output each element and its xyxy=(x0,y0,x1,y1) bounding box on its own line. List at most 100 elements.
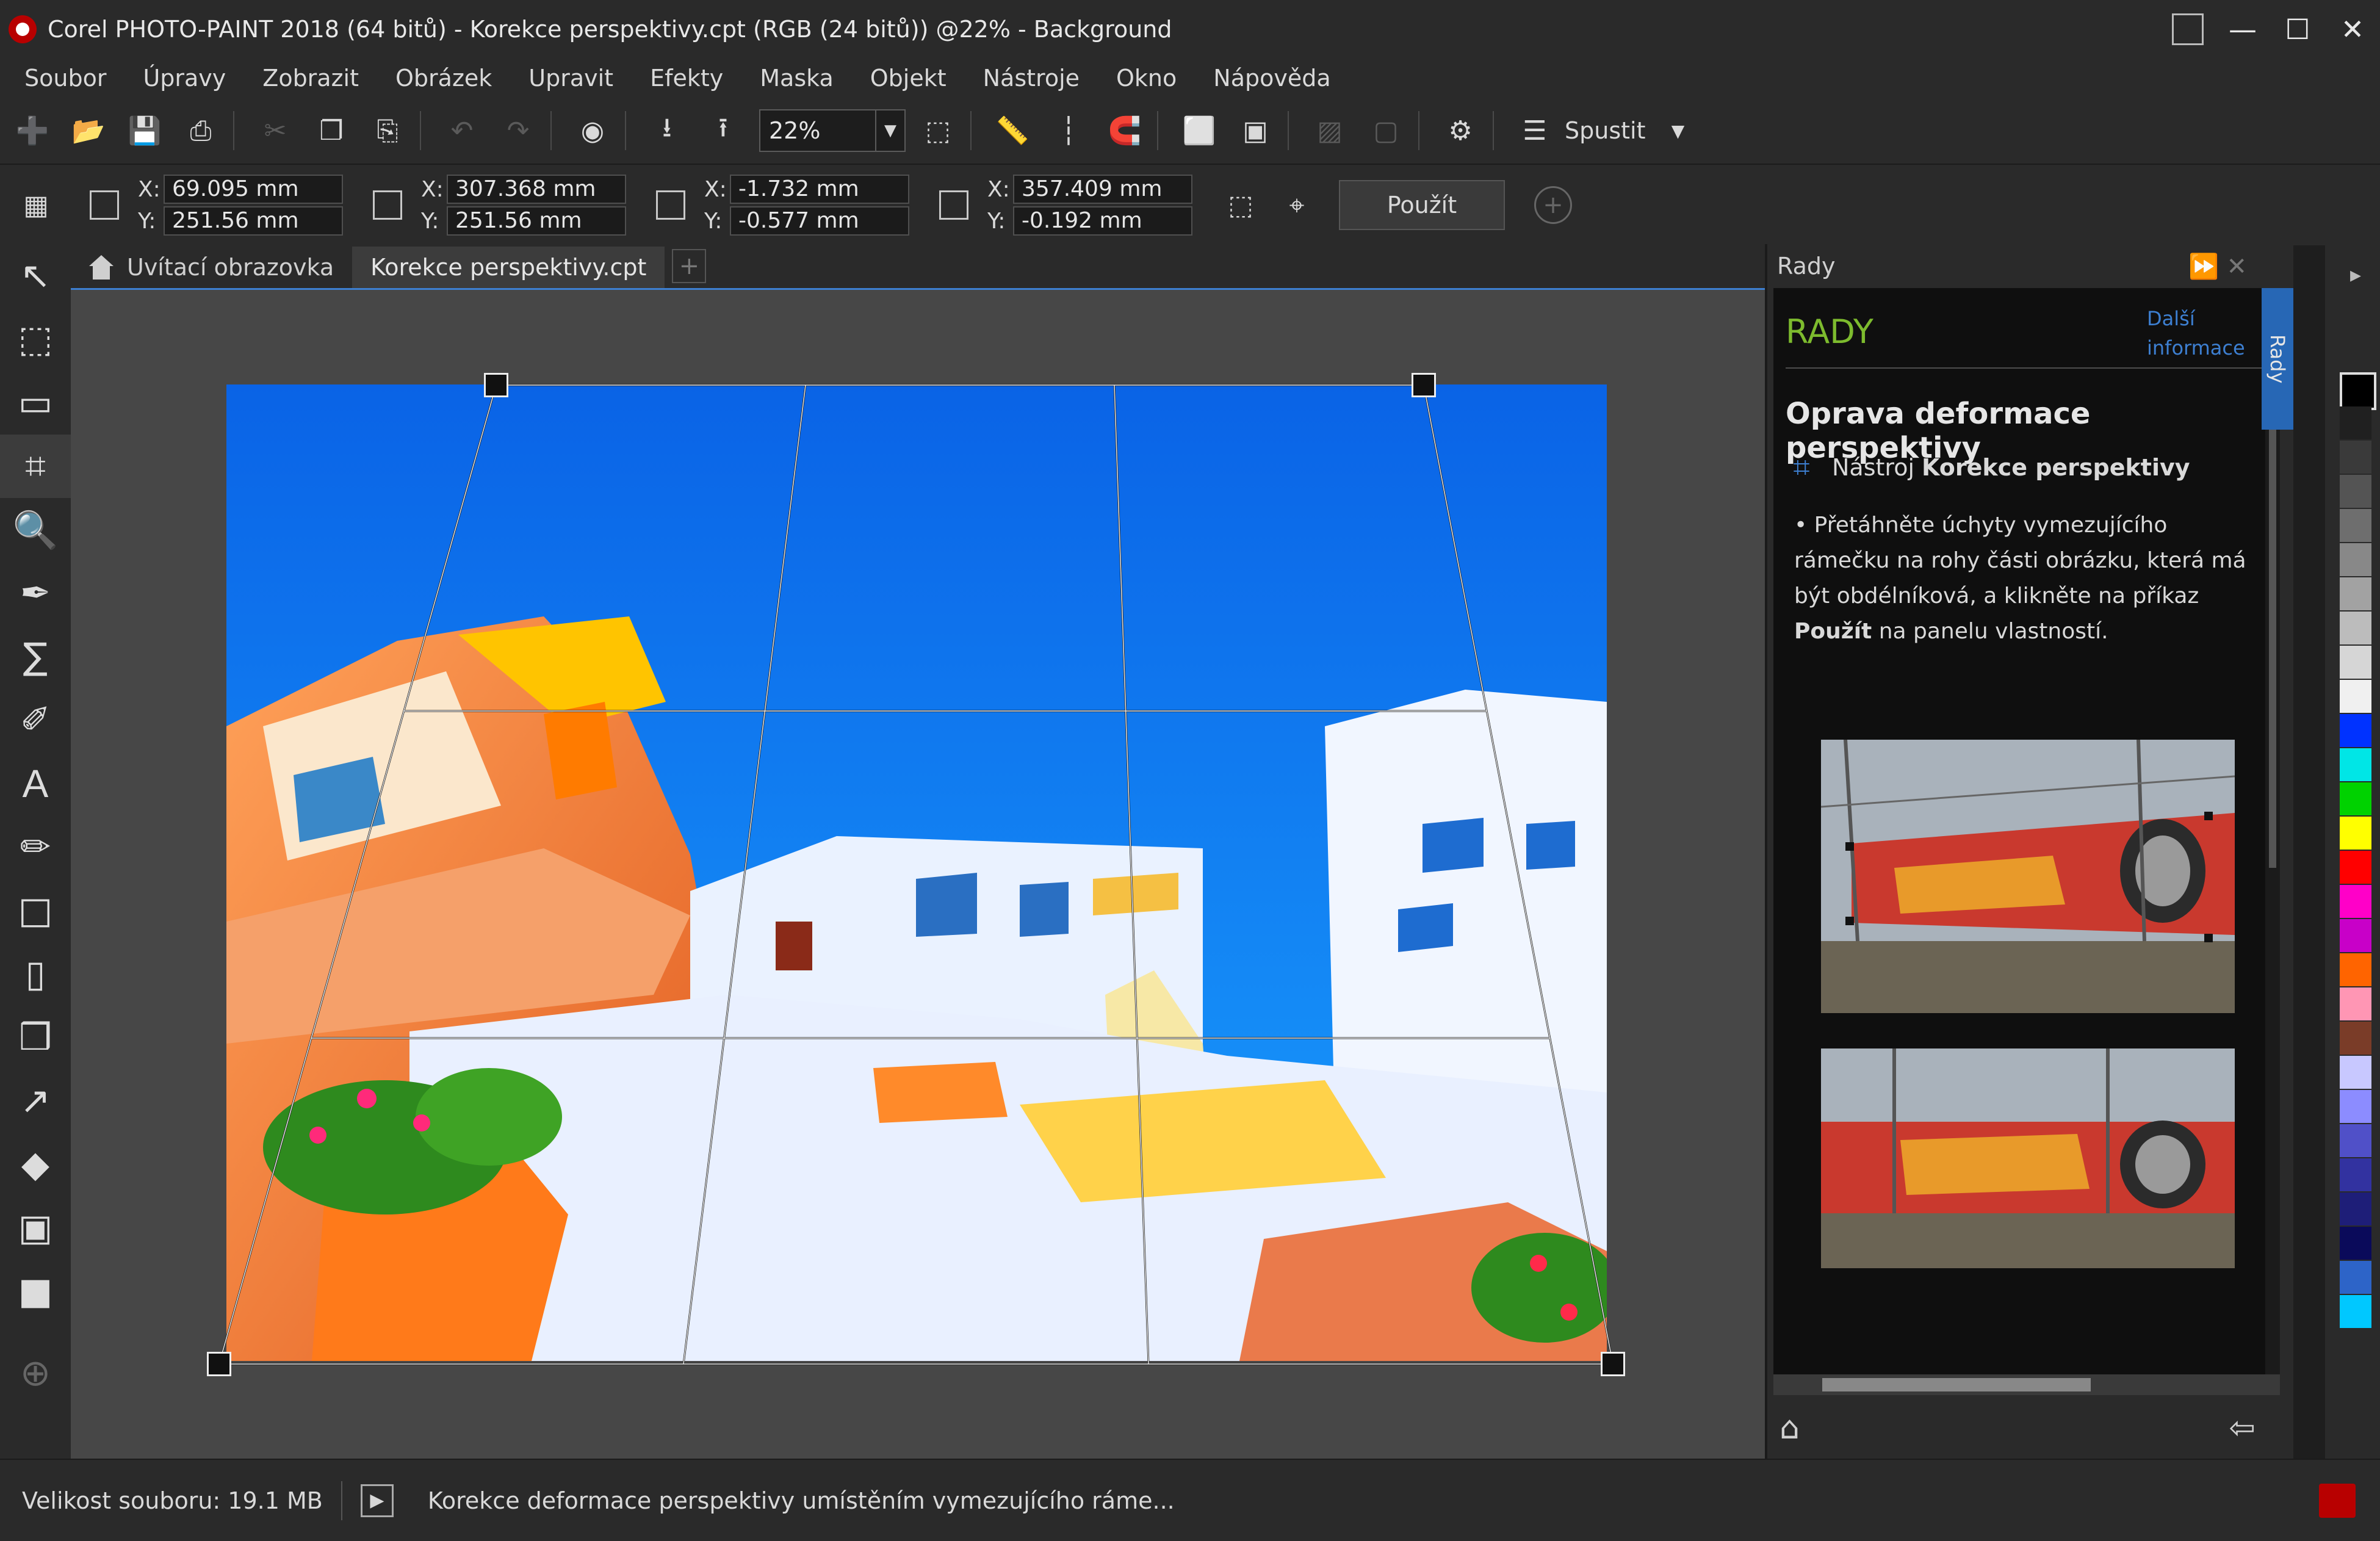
color-eyedropper-icon[interactable]: ↗ xyxy=(0,1069,71,1133)
status-display-icon[interactable] xyxy=(2319,1483,2356,1518)
bottom-left-handle[interactable] xyxy=(207,1352,231,1376)
hints-horizontal-scrollbar[interactable] xyxy=(1773,1374,2280,1395)
menu-objekt[interactable]: Objekt xyxy=(852,65,965,92)
cut-icon[interactable]: ✂ xyxy=(251,107,299,154)
mask-marquee-icon[interactable]: ⬜ xyxy=(1175,107,1223,154)
palette-swatch[interactable] xyxy=(2340,509,2371,542)
palette-swatch[interactable] xyxy=(2340,1261,2371,1294)
options-gear-icon[interactable]: ⚙ xyxy=(1437,107,1484,154)
add-property-icon[interactable]: + xyxy=(1534,186,1572,224)
copy-icon[interactable]: ❐ xyxy=(308,107,355,154)
palette-swatch[interactable] xyxy=(2340,1124,2371,1157)
palette-swatch[interactable] xyxy=(2340,1295,2371,1328)
rectangle-tool-icon[interactable]: □ xyxy=(0,879,71,942)
top-right-x-field[interactable]: 307.368 mm xyxy=(447,175,626,204)
palette-swatch[interactable] xyxy=(2340,680,2371,713)
paste-icon[interactable]: ⎘ xyxy=(364,107,411,154)
more-info-link[interactable]: Další informace xyxy=(2147,304,2257,363)
palette-scroll-up-icon[interactable]: ▸ xyxy=(2340,262,2371,294)
bottom-right-x-field[interactable]: 357.409 mm xyxy=(1013,175,1192,204)
menu-efekty[interactable]: Efekty xyxy=(632,65,741,92)
open-folder-icon[interactable]: 📂 xyxy=(65,107,112,154)
palette-swatch[interactable] xyxy=(2340,1090,2371,1123)
fill-tool-icon[interactable]: ◆ xyxy=(0,1133,71,1196)
zoom-level-combo[interactable]: 22% ▼ xyxy=(759,109,906,152)
palette-swatch[interactable] xyxy=(2340,406,2371,439)
palette-swatch[interactable] xyxy=(2340,612,2371,644)
text-tool-icon[interactable]: A xyxy=(0,752,71,815)
object-marquee-icon[interactable]: ▨ xyxy=(1306,107,1354,154)
palette-swatch[interactable] xyxy=(2340,646,2371,679)
palette-swatch[interactable] xyxy=(2340,1158,2371,1191)
menu-upravy[interactable]: Úpravy xyxy=(124,65,244,92)
reset-perspective-icon[interactable]: ⌖ xyxy=(1273,181,1321,229)
fit-to-window-icon[interactable]: ⬚ xyxy=(914,107,962,154)
transform-tool-icon[interactable]: ⬚ xyxy=(0,308,71,371)
account-icon[interactable] xyxy=(2160,0,2215,59)
menu-nastroje[interactable]: Nástroje xyxy=(965,65,1098,92)
palette-swatch[interactable] xyxy=(2340,1227,2371,1260)
eraser-tool-icon[interactable]: ▯ xyxy=(0,942,71,1006)
palette-swatch[interactable] xyxy=(2340,885,2371,918)
perspective-correction-tool-icon[interactable]: ⌗ xyxy=(0,435,71,498)
mask-overlay-icon[interactable]: ▣ xyxy=(1231,107,1279,154)
apply-button[interactable]: Použít xyxy=(1339,180,1505,230)
palette-swatch[interactable] xyxy=(2340,372,2376,410)
palette-swatch[interactable] xyxy=(2340,919,2371,952)
add-tool-icon[interactable]: ⊕ xyxy=(0,1341,71,1405)
palette-swatch[interactable] xyxy=(2340,782,2371,815)
menu-maska[interactable]: Maska xyxy=(741,65,852,92)
hints-side-tab[interactable]: Rady xyxy=(2262,288,2293,430)
palette-swatch[interactable] xyxy=(2340,1193,2371,1225)
palette-swatch[interactable] xyxy=(2340,577,2371,610)
fill-swatch-icon[interactable]: ■ xyxy=(0,1260,71,1323)
maximize-button[interactable]: ☐ xyxy=(2270,0,2325,59)
bottom-right-y-field[interactable]: -0.192 mm xyxy=(1013,206,1192,236)
corel-connect-icon[interactable]: ◉ xyxy=(569,107,616,154)
redo-icon[interactable]: ↷ xyxy=(494,107,542,154)
bottom-right-handle[interactable] xyxy=(1601,1352,1625,1376)
undo-icon[interactable]: ↶ xyxy=(438,107,486,154)
new-file-icon[interactable]: ➕ xyxy=(9,107,56,154)
tab-welcome[interactable]: Uvítací obrazovka xyxy=(71,247,352,288)
menu-obrazek[interactable]: Obrázek xyxy=(377,65,510,92)
color-swatches-icon[interactable]: ▣ xyxy=(0,1196,71,1260)
palette-swatch[interactable] xyxy=(2340,1022,2371,1055)
launcher-label[interactable]: Spustit xyxy=(1565,117,1645,144)
top-right-handle[interactable] xyxy=(1412,373,1436,397)
grid-preset-icon[interactable]: ▦ xyxy=(12,181,60,229)
rulers-icon[interactable]: 📏 xyxy=(989,107,1036,154)
guidelines-icon[interactable]: ┆ xyxy=(1045,107,1092,154)
snap-icon[interactable]: 🧲 xyxy=(1101,107,1149,154)
palette-swatch[interactable] xyxy=(2340,475,2371,508)
lock-object-icon[interactable]: ▢ xyxy=(1362,107,1410,154)
palette-swatch[interactable] xyxy=(2340,543,2371,576)
palette-swatch[interactable] xyxy=(2340,441,2371,474)
hints-vertical-scrollbar[interactable] xyxy=(2265,288,2280,1374)
minimize-button[interactable]: — xyxy=(2215,0,2270,59)
bottom-left-x-field[interactable]: -1.732 mm xyxy=(730,175,909,204)
menu-okno[interactable]: Okno xyxy=(1098,65,1195,92)
launcher-chevron-down-icon[interactable]: ▼ xyxy=(1654,107,1701,154)
hints-back-icon[interactable]: ⇦ xyxy=(2229,1410,2256,1446)
crop-after-correction-icon[interactable]: ⬚ xyxy=(1217,181,1264,229)
hints-home-icon[interactable]: ⌂ xyxy=(1780,1410,1800,1446)
menu-napoveda[interactable]: Nápověda xyxy=(1195,65,1349,92)
chevron-down-icon[interactable]: ▼ xyxy=(875,110,904,151)
export-icon[interactable]: ⭱ xyxy=(699,107,747,154)
palette-swatch[interactable] xyxy=(2340,714,2371,747)
menu-zobrazit[interactable]: Zobrazit xyxy=(244,65,377,92)
palette-swatch[interactable] xyxy=(2340,953,2371,986)
paint-tool-icon[interactable]: ✏ xyxy=(0,815,71,879)
launcher-icon[interactable]: ☰ xyxy=(1511,107,1559,154)
docker-controls[interactable]: ⏩ ✕ xyxy=(2188,252,2247,281)
perspective-grid[interactable] xyxy=(71,290,1765,1459)
zoom-tool-icon[interactable]: 🔍 xyxy=(0,498,71,561)
pick-tool-icon[interactable]: ↖ xyxy=(0,244,71,308)
save-icon[interactable]: 💾 xyxy=(121,107,168,154)
top-left-handle[interactable] xyxy=(484,373,508,397)
close-button[interactable]: ✕ xyxy=(2325,0,2380,59)
bottom-left-y-field[interactable]: -0.577 mm xyxy=(730,206,909,236)
new-tab-icon[interactable]: + xyxy=(672,249,707,283)
menu-upravit[interactable]: Upravit xyxy=(510,65,632,92)
